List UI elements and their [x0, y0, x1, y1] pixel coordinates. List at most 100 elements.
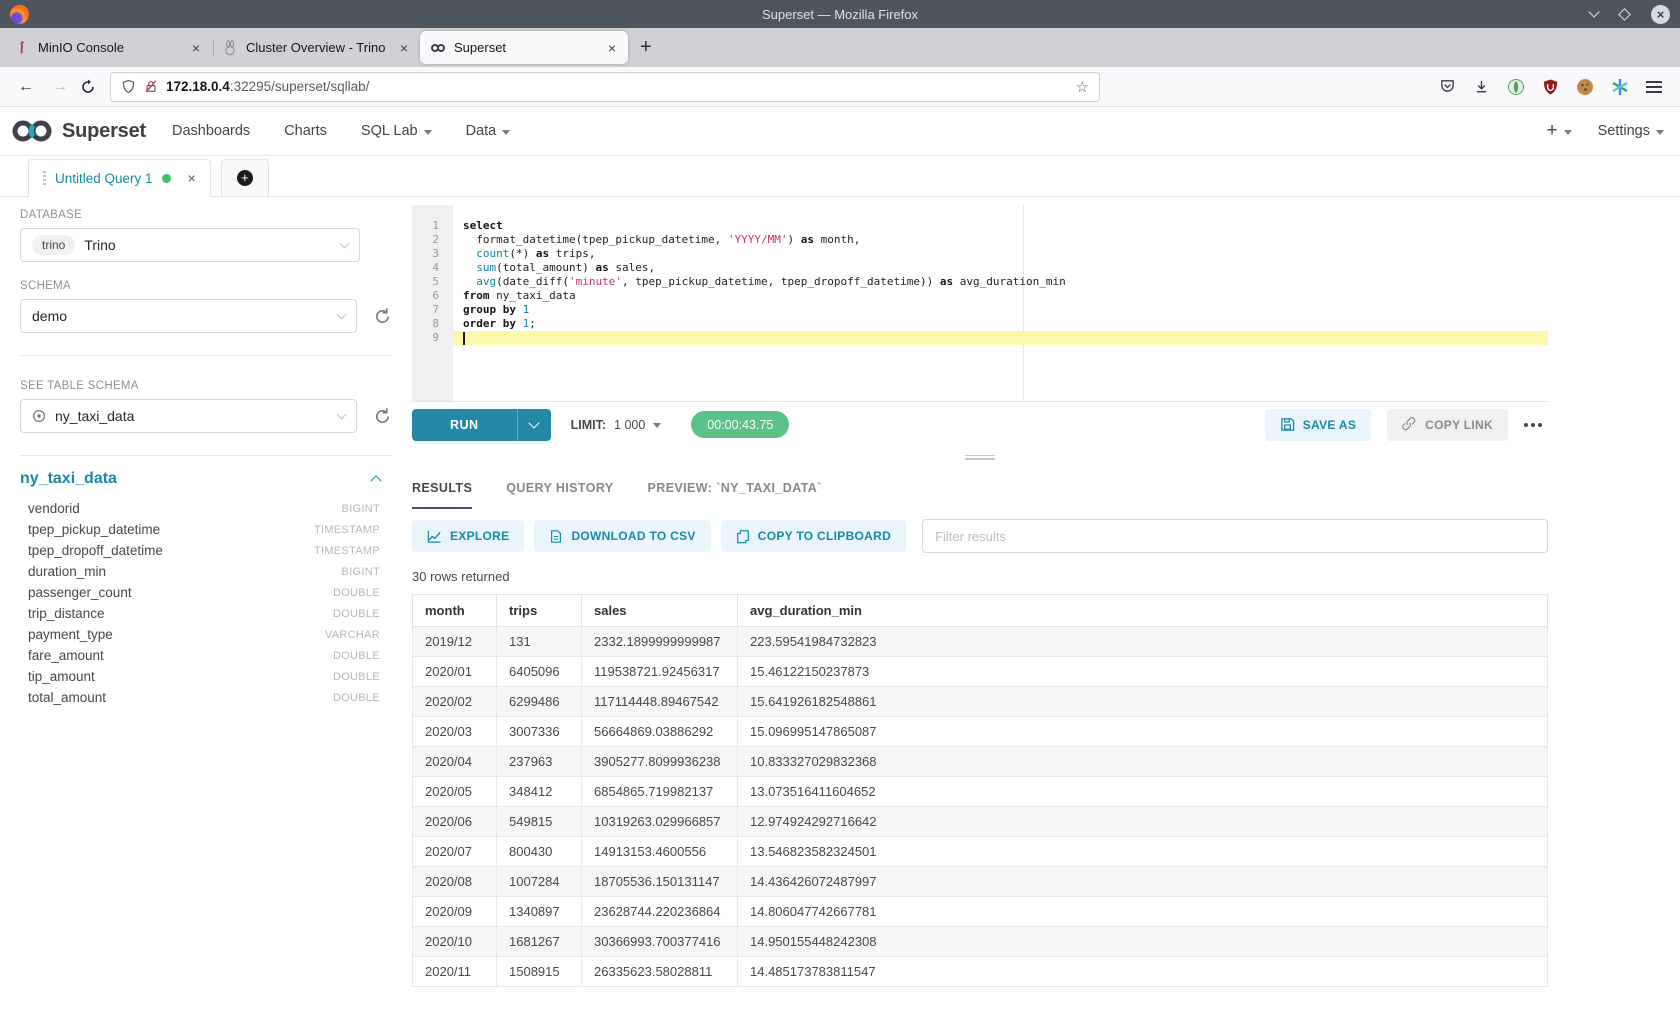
window-minimize-icon[interactable]: [1588, 6, 1599, 17]
pocket-icon[interactable]: [1439, 78, 1456, 95]
chevron-down-icon: [528, 417, 539, 428]
chevron-down-icon: [1564, 130, 1572, 135]
sql-token: 'minute': [569, 275, 622, 288]
browser-tab-superset[interactable]: Superset ×: [420, 31, 628, 64]
new-tab-button[interactable]: +: [628, 36, 664, 59]
tab-close-icon[interactable]: ×: [604, 40, 620, 56]
nav-item-sql-lab[interactable]: SQL Lab: [361, 123, 432, 139]
column-header[interactable]: avg_duration_min: [738, 595, 1548, 627]
run-button[interactable]: RUN: [412, 409, 551, 441]
cell: 12.974924292716642: [738, 807, 1548, 837]
cell: 26335623.58028811: [582, 957, 738, 987]
cell: 1340897: [497, 897, 582, 927]
menu-hamburger-icon[interactable]: [1646, 81, 1662, 93]
chevron-down-icon: [653, 423, 661, 428]
url-bar[interactable]: 172.18.0.4:32295/superset/sqllab/ ☆: [110, 72, 1100, 102]
superset-navbar: Superset Dashboards Charts SQL Lab Data …: [0, 107, 1680, 156]
filter-results-input[interactable]: [922, 519, 1548, 553]
forward-icon[interactable]: →: [46, 78, 74, 96]
tab-close-icon[interactable]: ×: [188, 40, 204, 56]
cell: 2020/02: [413, 687, 497, 717]
tab-query-history[interactable]: QUERY HISTORY: [506, 467, 613, 509]
column-header[interactable]: trips: [497, 595, 582, 627]
editor-line: count(*) as trips,: [463, 247, 1548, 261]
downloads-icon[interactable]: [1473, 78, 1490, 95]
sql-editor[interactable]: 123456789 select format_datetime(tpep_pi…: [412, 205, 1548, 401]
run-dropdown-button[interactable]: [517, 409, 551, 441]
text-cursor: [463, 332, 465, 345]
add-new-button[interactable]: +: [1546, 120, 1571, 142]
tab-preview-table[interactable]: PREVIEW: `NY_TAXI_DATA`: [648, 467, 822, 509]
tab-close-icon[interactable]: ×: [396, 40, 412, 56]
column-name: payment_type: [28, 627, 113, 642]
column-header[interactable]: sales: [582, 595, 738, 627]
results-table-wrap: monthtripssalesavg_duration_min 2019/121…: [412, 594, 1548, 1012]
cell: 2020/11: [413, 957, 497, 987]
cookie-icon[interactable]: [1576, 78, 1594, 96]
nav-item-charts[interactable]: Charts: [284, 123, 327, 139]
explore-label: EXPLORE: [450, 529, 509, 543]
chart-icon: [427, 529, 442, 544]
editor-code: select format_datetime(tpep_pickup_datet…: [453, 205, 1548, 401]
chevron-down-icon: [1656, 130, 1664, 135]
cell: 119538721.92456317: [582, 657, 738, 687]
insecure-lock-icon[interactable]: [144, 79, 158, 94]
chevron-down-icon: [502, 130, 510, 135]
query-tab-untitled-query-1[interactable]: Untitled Query 1 ×: [28, 159, 211, 197]
cell: 15.46122150237873: [738, 657, 1548, 687]
sql-token: 1: [523, 303, 530, 316]
query-tab-label: Untitled Query 1: [55, 171, 153, 186]
copy-to-clipboard-button[interactable]: COPY TO CLIPBOARD: [721, 520, 906, 552]
more-options-icon[interactable]: [1524, 423, 1542, 427]
download-csv-button[interactable]: DOWNLOAD TO CSV: [534, 520, 710, 552]
nav-item-data[interactable]: Data: [466, 123, 511, 139]
cell: 2020/07: [413, 837, 497, 867]
collapse-chevron-up-icon[interactable]: [370, 475, 381, 486]
table-row: 2020/042379633905277.809993623810.833327…: [413, 747, 1548, 777]
explore-button[interactable]: EXPLORE: [412, 520, 524, 552]
superset-brand[interactable]: Superset: [10, 119, 146, 143]
refresh-schemas-icon[interactable]: [373, 307, 392, 326]
tab-results[interactable]: RESULTS: [412, 467, 472, 509]
window-maximize-icon[interactable]: [1618, 8, 1631, 21]
editor-pane: 123456789 select format_datetime(tpep_pi…: [412, 197, 1548, 1012]
link-icon: [1402, 417, 1417, 432]
cell: 14.950155448242308: [738, 927, 1548, 957]
back-icon[interactable]: ←: [12, 78, 40, 96]
schema-label: SCHEMA: [20, 280, 392, 292]
window-close-icon[interactable]: ×: [1651, 5, 1670, 24]
extension-asterisk-icon[interactable]: [1611, 78, 1629, 96]
bookmark-star-icon[interactable]: ☆: [1076, 78, 1089, 96]
query-tab-close-icon[interactable]: ×: [188, 170, 196, 186]
browser-tab-trino[interactable]: Cluster Overview - Trino ×: [212, 31, 420, 64]
extension-green-icon[interactable]: [1507, 78, 1525, 96]
url-text: 172.18.0.4:32295/superset/sqllab/: [166, 79, 369, 94]
browser-tab-minio[interactable]: MinIO Console ×: [4, 31, 212, 64]
copy-link-button[interactable]: COPY LINK: [1387, 409, 1508, 441]
database-select[interactable]: trino Trino: [20, 228, 360, 262]
results-header-row: monthtripssalesavg_duration_min: [413, 595, 1548, 627]
column-type: BIGINT: [342, 503, 380, 515]
shield-icon[interactable]: [121, 79, 136, 94]
schema-select[interactable]: demo: [20, 299, 357, 333]
column-header[interactable]: month: [413, 595, 497, 627]
line-number: 1: [412, 219, 439, 233]
nav-item-dashboards[interactable]: Dashboards: [172, 123, 250, 139]
sql-token: order by: [463, 317, 516, 330]
divider: [20, 355, 392, 356]
column-type: DOUBLE: [333, 692, 380, 704]
table-schema-title[interactable]: ny_taxi_data: [20, 470, 117, 488]
ublock-icon[interactable]: [1542, 78, 1559, 96]
cell: 10319263.029966857: [582, 807, 738, 837]
reload-icon[interactable]: [80, 79, 96, 95]
new-query-tab-button[interactable]: +: [221, 159, 269, 197]
refresh-tables-icon[interactable]: [373, 407, 392, 426]
cell: 800430: [497, 837, 582, 867]
settings-menu[interactable]: Settings: [1598, 123, 1664, 139]
editor-line: avg(date_diff('minute', tpep_pickup_date…: [463, 275, 1548, 289]
drag-handle-icon[interactable]: [43, 171, 46, 185]
pane-splitter-handle[interactable]: [412, 447, 1548, 467]
save-as-button[interactable]: SAVE AS: [1265, 409, 1371, 441]
table-select[interactable]: ny_taxi_data: [20, 399, 357, 433]
limit-dropdown[interactable]: LIMIT: 1 000: [571, 418, 662, 432]
